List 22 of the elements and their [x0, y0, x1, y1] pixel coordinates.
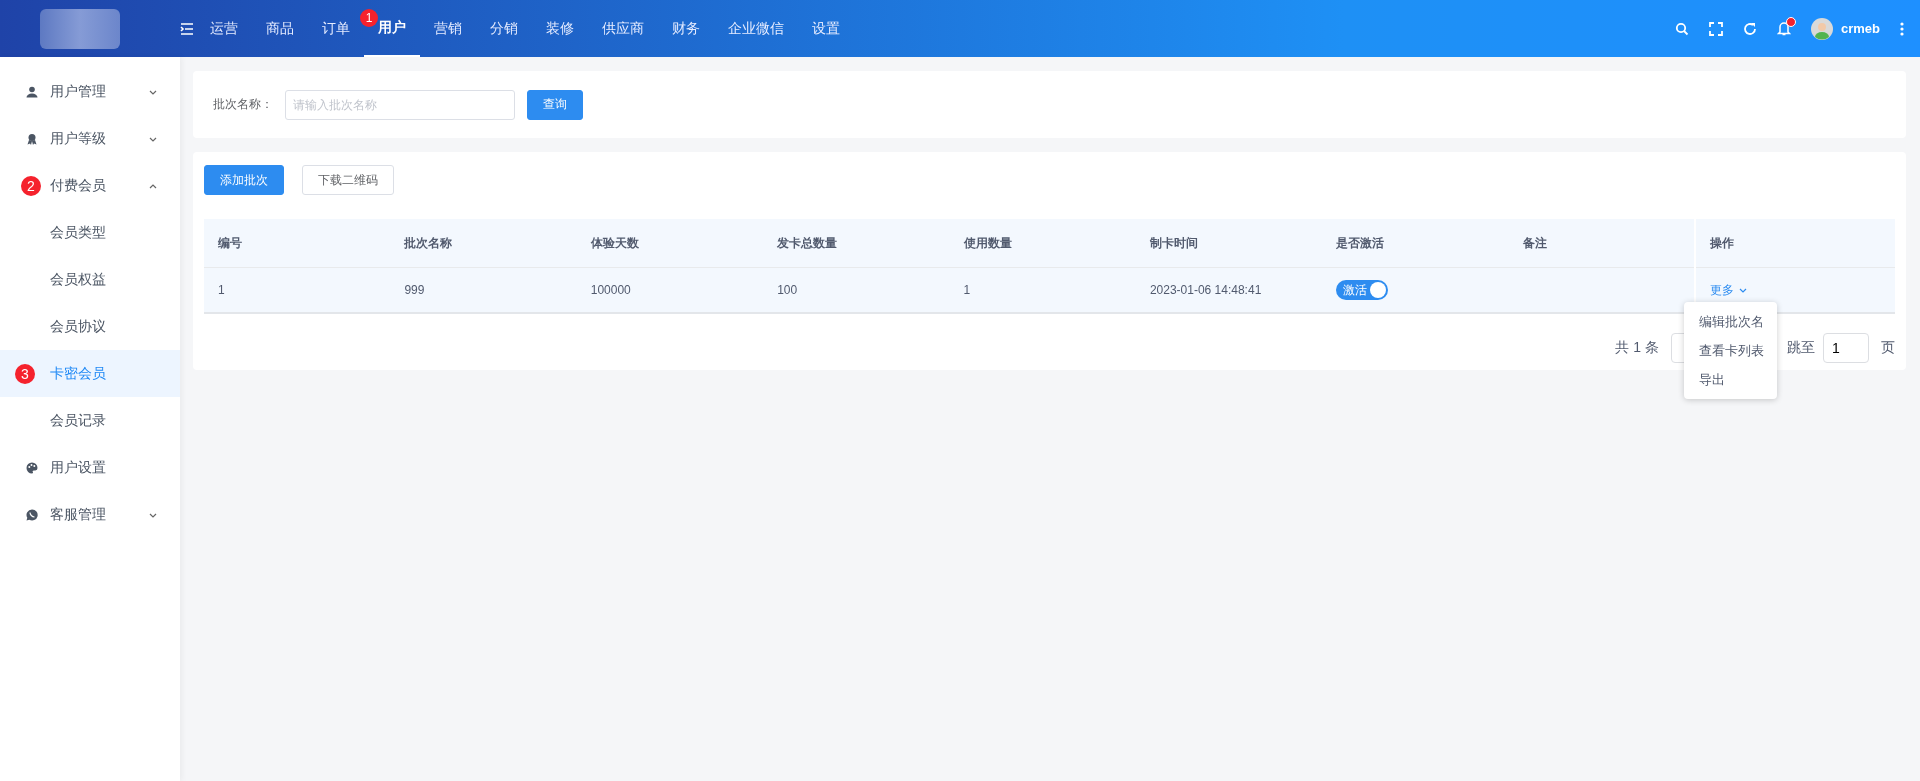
field-label: 批次名称：	[213, 96, 273, 113]
column-header: 使用数量	[949, 219, 1136, 268]
column-header: 是否激活	[1322, 219, 1509, 268]
column-header: 体验天数	[576, 219, 764, 268]
table-cell: 100000	[576, 267, 764, 313]
column-header: 批次名称	[390, 219, 577, 268]
number-badge: 2	[21, 175, 41, 196]
table-cell: 1	[949, 267, 1136, 313]
jump-label: 跳至	[1787, 339, 1815, 357]
page-suffix: 页	[1881, 339, 1895, 357]
column-header: 制卡时间	[1135, 219, 1323, 268]
column-header: 备注	[1508, 219, 1695, 268]
number-badge: 3	[15, 363, 35, 384]
table-cell: 100	[763, 267, 950, 313]
number-badge: 1	[360, 9, 378, 27]
column-header: 编号	[204, 219, 391, 268]
table-cell: 999	[390, 267, 577, 313]
table-cell: 1	[204, 267, 391, 313]
column-header: 发卡总数量	[763, 219, 950, 268]
column-header: 操作	[1695, 219, 1895, 268]
total-count: 共 1 条	[1615, 339, 1659, 357]
table-cell: 2023-01-06 14:48:41	[1135, 267, 1323, 313]
